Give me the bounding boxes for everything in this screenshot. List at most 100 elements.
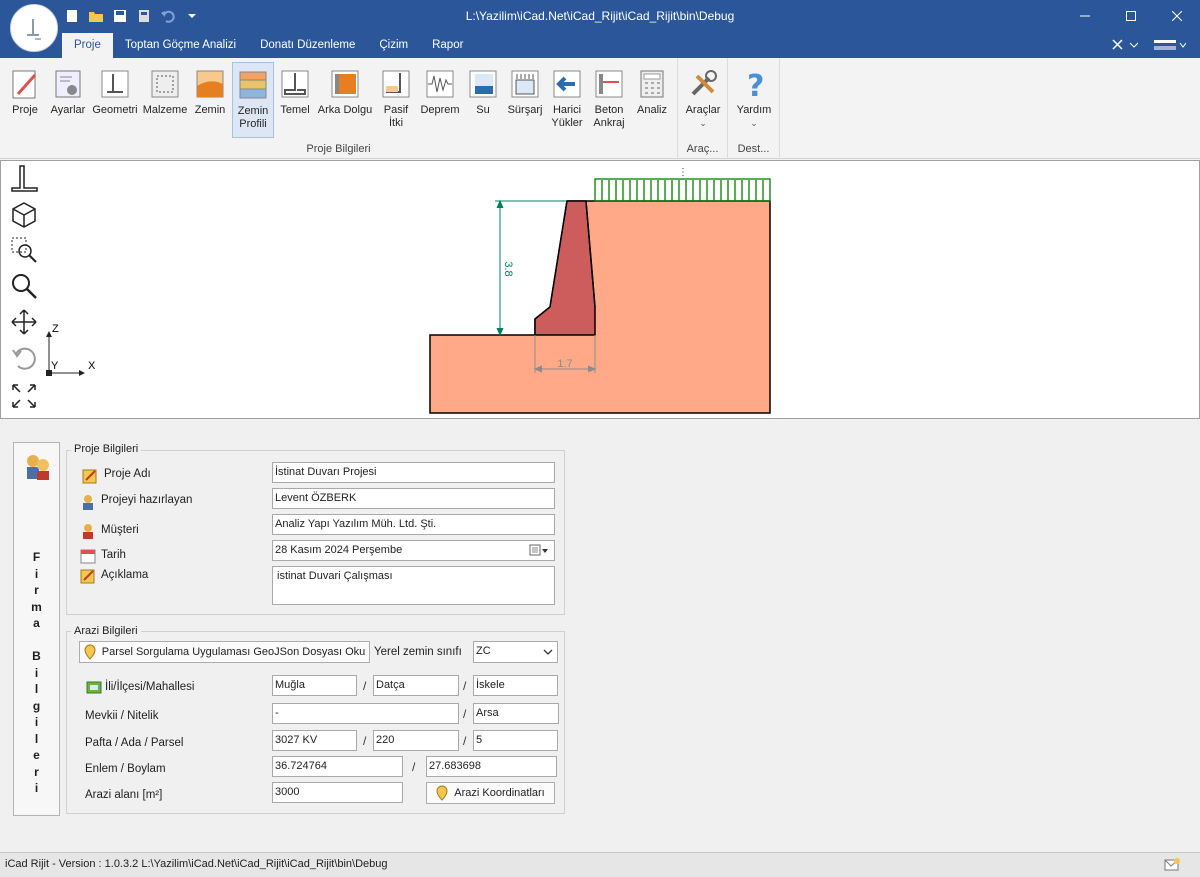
base-dim-label: 1.7 [557,358,572,370]
water-icon [469,70,497,98]
minimize-icon[interactable] [1062,0,1108,32]
settings-icon [55,70,81,98]
ribbon-arka-dolgu-button[interactable]: Arka Dolgu [316,62,374,138]
ribbon-ayarlar-button[interactable]: Ayarlar [48,62,88,138]
firma-bilgileri-label: F i r m a B i l g i l e r i [31,550,42,795]
svg-text:?: ? [747,69,764,100]
proje-adi-label: Proje Adı [104,468,151,480]
ribbon-deprem-button[interactable]: Deprem [418,62,462,138]
ribbon-harici-yukler-button[interactable]: Harici Yükler [550,62,584,138]
yerel-zemin-label: Yerel zemin sınıfı [374,646,462,658]
ribbon: Proje Ayarlar Geometri Malzeme Zemin Zem… [0,58,1200,159]
location-map-icon [86,681,102,694]
musteri-input[interactable]: Analiz Yapı Yazılım Müh. Ltd. Şti. [272,514,555,535]
chevron-down-icon: ⌄ [699,118,707,128]
il-ilce-mahalle-label: İli/İlçesi/Mahallesi [105,681,195,693]
ribbon-zemin-button[interactable]: Zemin [192,62,228,138]
help-icon: ? [747,69,764,100]
map-pin-icon [436,785,448,801]
anchor-icon [595,70,623,98]
ribbon-araclar-button[interactable]: Araçlar ⌄ [682,62,724,138]
mevkii-input[interactable]: - [272,703,459,724]
title-bar: L:\Yazilim\iCad.Net\iCad_Rijit\iCad_Riji… [0,0,1200,58]
description-icon [80,569,95,584]
soil-backfill [429,200,771,414]
slash-separator: / [412,760,416,774]
calculator-icon [640,70,664,98]
ribbon-help-group-label: Dest... [737,143,770,155]
ribbon-beton-ankraj-button[interactable]: Beton Ankraj [588,62,630,138]
map-pin-icon [84,644,96,660]
nitelik-input[interactable]: Arsa [473,703,559,724]
ribbon-temel-button[interactable]: Temel [278,62,312,138]
tab-cizim[interactable]: Çizim [367,33,420,58]
surcharge-icon [511,70,539,98]
soil-icon [196,70,224,98]
tab-donati[interactable]: Donatı Düzenleme [248,33,367,58]
theme-icon[interactable] [1110,37,1139,56]
enlem-input[interactable]: 36.724764 [272,756,403,777]
tarih-label: Tarih [101,549,126,561]
mahalle-input[interactable]: İskele [473,675,558,696]
client-icon [83,524,93,539]
passive-thrust-icon [382,70,410,98]
arazi-alani-input[interactable]: 3000 [272,782,403,803]
slash-separator: / [463,679,467,693]
ribbon-su-button[interactable]: Su [466,62,500,138]
drawing-canvas[interactable]: Z Y X ⋮ 3.8 1.7 [0,160,1200,419]
close-icon[interactable] [1154,0,1200,32]
ada-input[interactable]: 220 [373,730,459,751]
ribbon-proje-button[interactable]: Proje [6,62,44,138]
arazi-bilgileri-title: Arazi Bilgileri [71,625,141,637]
proje-adi-input[interactable]: İstinat Duvarı Projesi [272,462,555,483]
projeyi-hazirlayan-input[interactable]: Levent ÖZBERK [272,488,555,509]
soil-profile-icon [239,71,267,99]
surcharge-load [594,178,771,202]
slash-separator: / [363,734,367,748]
status-bar: iCad Rijit - Version : 1.0.3.2 L:\Yazili… [0,852,1200,877]
proje-bilgileri-title: Proje Bilgileri [71,443,142,455]
aciklama-textarea[interactable]: istinat Duvari Çalışması [272,566,555,605]
tarih-datepicker[interactable]: 28 Kasım 2024 Perşembe [272,540,555,561]
mevkii-nitelik-label: Mevkii / Nitelik [85,710,159,722]
ribbon-malzeme-button[interactable]: Malzeme [142,62,188,138]
aciklama-label: Açıklama [101,569,149,581]
ribbon-group-tools: Araçlar ⌄ Araç... [678,58,728,159]
project-name-icon [82,469,97,484]
ribbon-geometri-button[interactable]: Geometri [92,62,138,138]
tab-rapor[interactable]: Rapor [420,33,475,58]
parsel-input[interactable]: 5 [473,730,558,751]
mail-icon[interactable] [1164,858,1180,872]
ribbon-zemin-profili-button[interactable]: Zemin Profili [232,62,274,138]
project-info-panel: F i r m a B i l g i l e r i Proje Bilgil… [0,420,1200,852]
slash-separator: / [463,707,467,721]
maximize-icon[interactable] [1108,0,1154,32]
ribbon-group-label: Proje Bilgileri [306,143,371,155]
tab-toptan-gocme[interactable]: Toptan Göçme Analizi [113,33,248,58]
ribbon-sursarj-button[interactable]: Sürşarj [504,62,546,138]
wall-drawing: Z Y X ⋮ 3.8 1.7 [46,167,771,414]
slash-separator: / [363,679,367,693]
arazi-koordinatlari-button[interactable]: Arazi Koordinatları [426,782,555,804]
pafta-input[interactable]: 3027 KV [272,730,357,751]
ribbon-tools-group-label: Araç... [686,143,719,155]
calendar-icon [80,549,96,564]
tab-proje[interactable]: Proje [62,33,113,58]
height-dim-label: 3.8 [502,261,514,276]
layout-menu-icon[interactable] [1152,37,1187,56]
chevron-down-icon[interactable] [543,649,553,655]
calendar-dropdown-icon[interactable] [529,544,549,558]
ribbon-analiz-button[interactable]: Analiz [634,62,670,138]
firma-bilgileri-tab[interactable]: F i r m a B i l g i l e r i [13,442,60,816]
ribbon-yardim-button[interactable]: ? Yardım ⌄ [733,62,775,138]
il-input[interactable]: Muğla [272,675,357,696]
parsel-sorgulama-button[interactable]: Parsel Sorgulama Uygulaması GeoJSon Dosy… [79,641,370,663]
arazi-alani-label: Arazi alanı [m²] [85,789,163,801]
ribbon-pasif-itki-button[interactable]: Pasif İtki [378,62,414,138]
retaining-wall [534,200,596,336]
tools-icon [691,70,717,96]
ilce-input[interactable]: Datça [373,675,459,696]
slash-separator: / [463,734,467,748]
workers-icon [27,455,49,480]
boylam-input[interactable]: 27.683698 [426,756,557,777]
